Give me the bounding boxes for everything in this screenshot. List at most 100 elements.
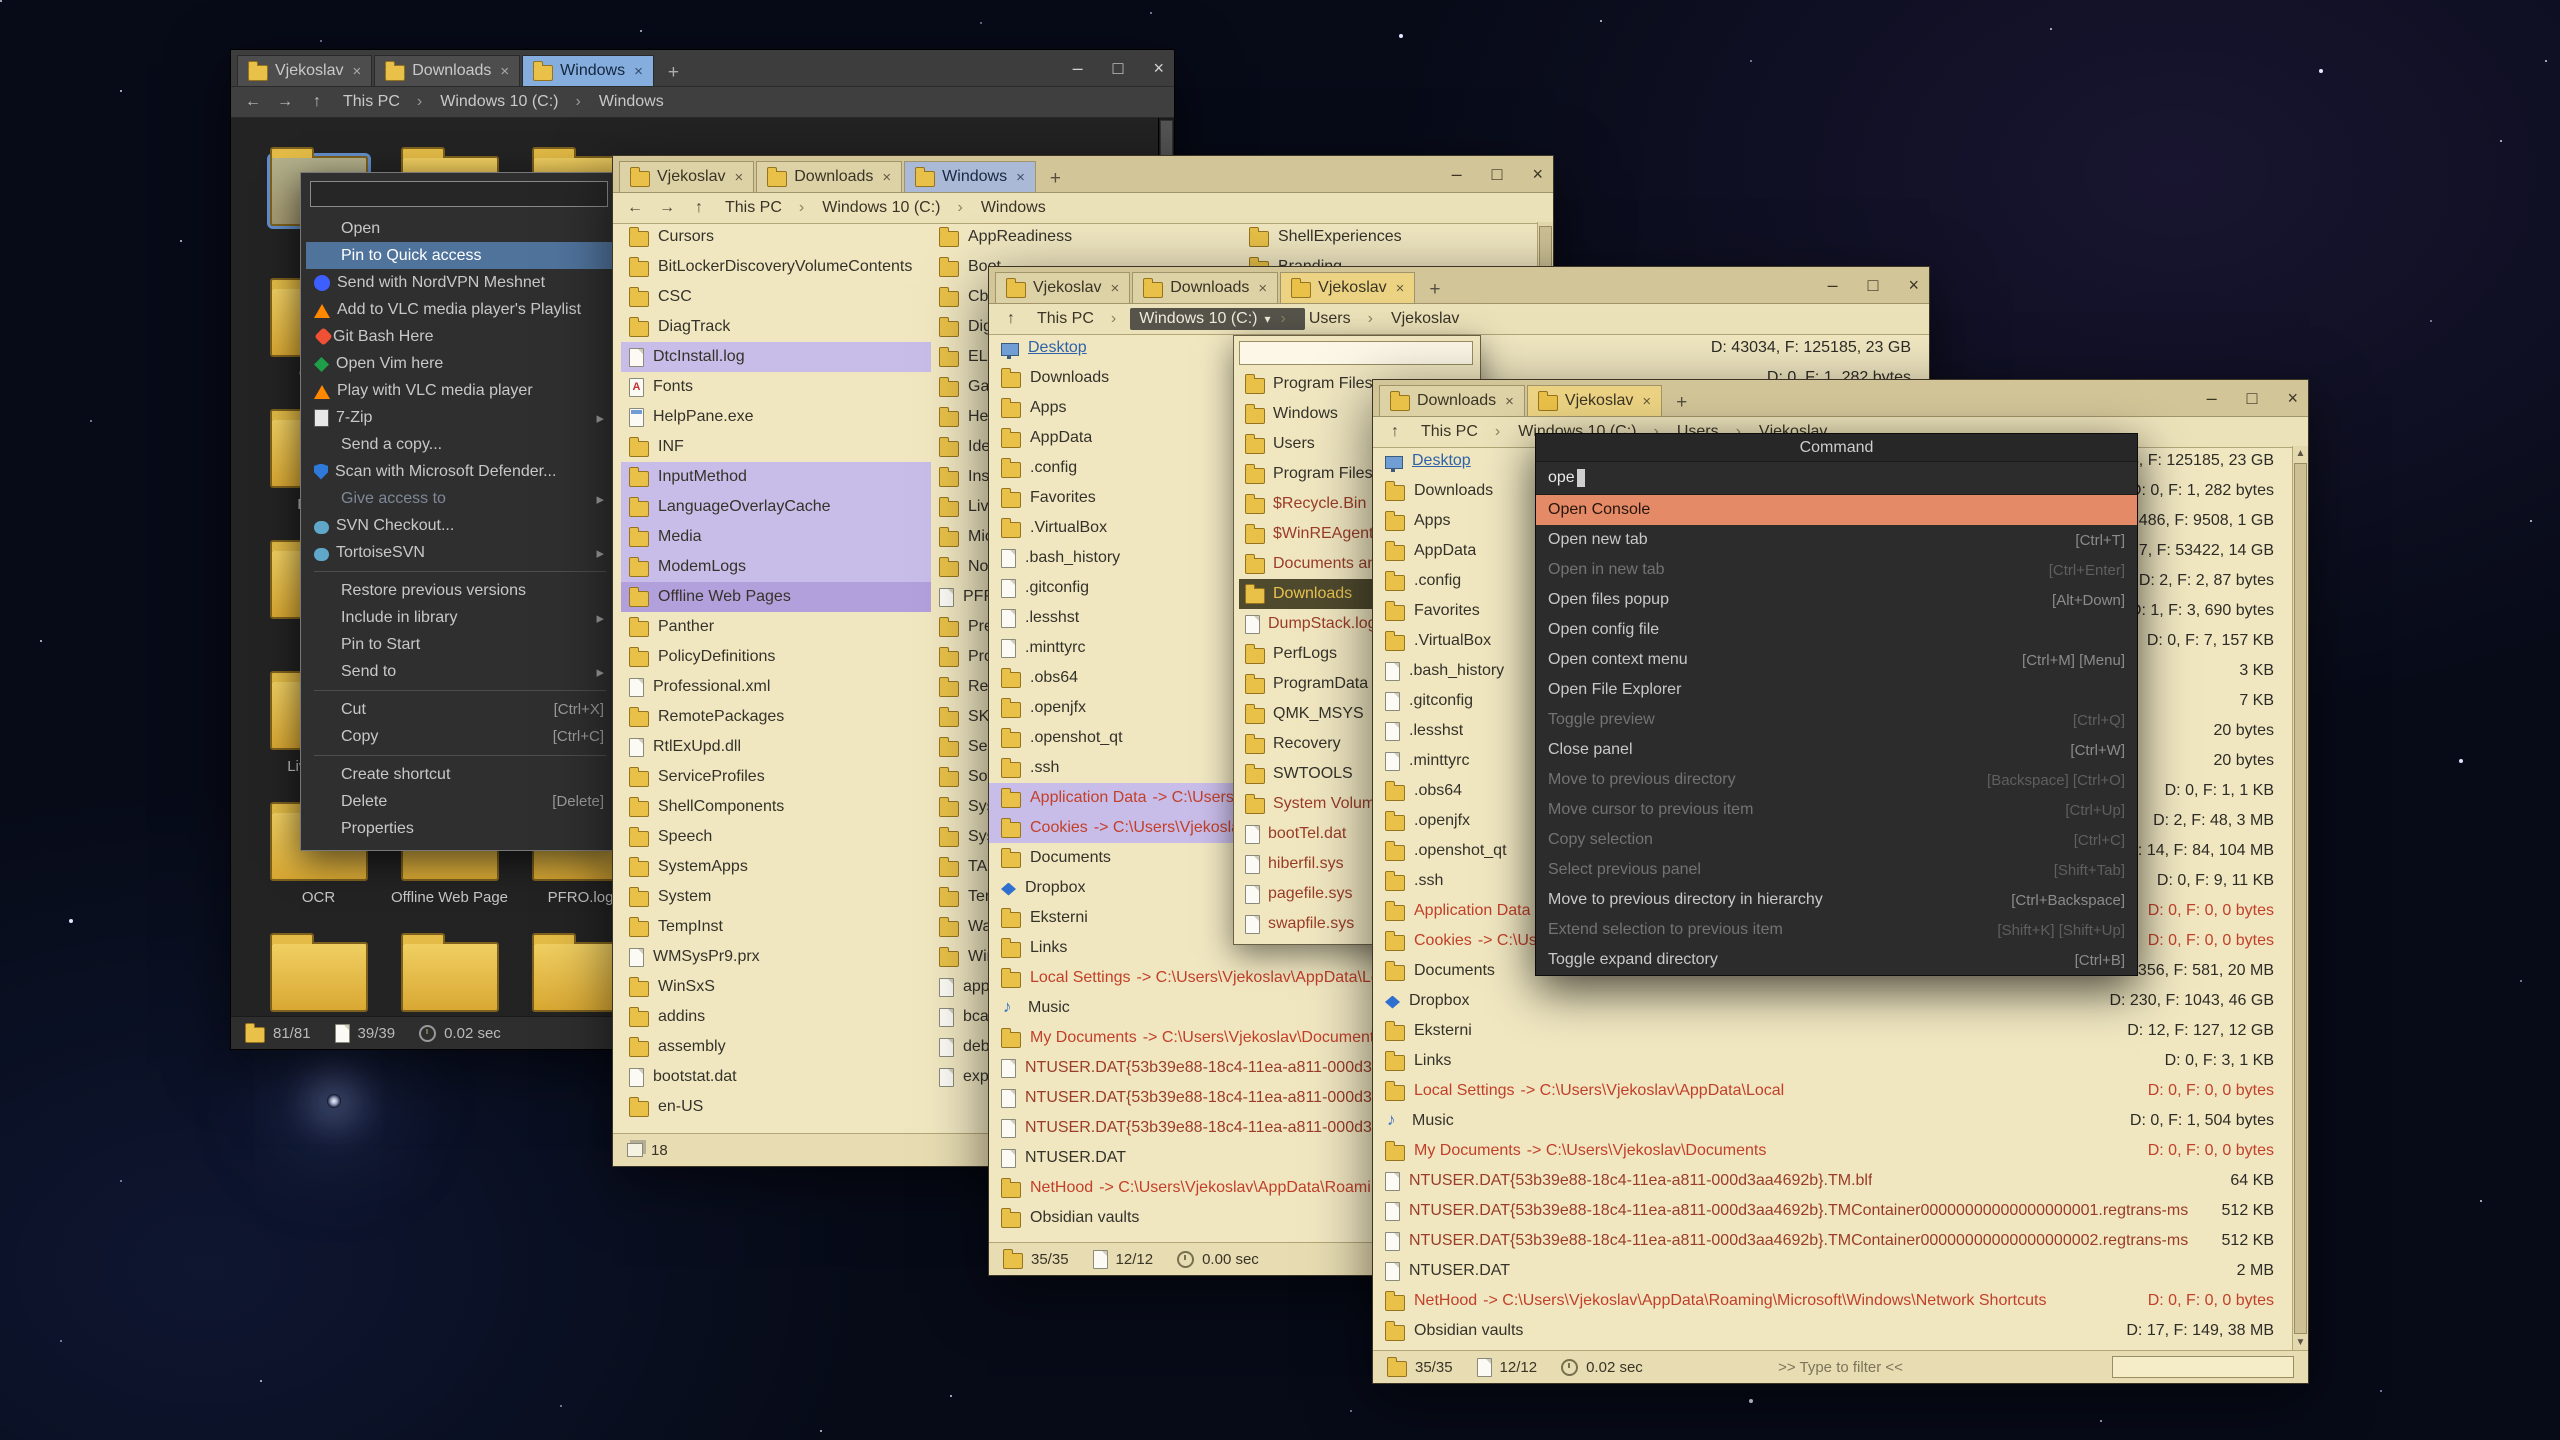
scrollbar[interactable]: ▲ ▼ [2292,446,2308,1351]
tab[interactable]: Windows × [522,55,654,86]
close-button[interactable]: × [1908,275,1919,296]
list-item[interactable]: HelpPane.exe [621,402,931,432]
menu-item[interactable]: Git Bash Here [306,323,614,350]
list-item[interactable]: INF [621,432,931,462]
list-item[interactable]: Media [621,522,931,552]
list-item[interactable]: My Documents -> C:\Users\Vjekoslav\Docum… [1373,1136,2292,1166]
up-button[interactable]: ↑ [307,93,327,111]
palette-item[interactable]: Close panel [Ctrl+W] [1536,735,2137,765]
menu-item[interactable] [306,750,614,761]
list-item[interactable]: DtcInstall.log [621,342,931,372]
breadcrumb-item[interactable]: This PC [1033,308,1130,330]
context-menu-filter-input[interactable] [310,181,608,207]
tab[interactable]: Vjekoslav × [1280,272,1415,303]
menu-item[interactable]: Properties [306,815,614,842]
forward-button[interactable]: → [657,199,677,217]
palette-item[interactable]: Copy selection [Ctrl+C] [1536,825,2137,855]
list-item[interactable]: NTUSER.DAT 2 MB [1373,1256,2292,1286]
list-item[interactable]: Music D: 0, F: 1, 504 bytes [1373,1106,2292,1136]
list-item[interactable]: ServiceProfiles [621,762,931,792]
menu-item[interactable]: Add to VLC media player's Playlist [306,296,614,323]
close-icon[interactable]: × [500,63,509,80]
up-button[interactable]: ↑ [689,199,709,217]
breadcrumb-item[interactable]: Windows 10 (C:) [436,91,595,113]
menu-item[interactable]: Delete [Delete] [306,788,614,815]
menu-item[interactable]: Include in library ▸ [306,604,614,631]
list-item[interactable]: BitLockerDiscoveryVolumeContents [621,252,931,282]
close-button[interactable]: × [2287,388,2298,409]
list-item[interactable]: AppReadiness [931,222,1241,252]
list-item[interactable]: en-US [621,1092,931,1122]
scroll-down-button[interactable]: ▼ [2293,1335,2308,1351]
minimize-button[interactable]: – [1452,164,1462,185]
menu-item[interactable]: 7-Zip ▸ [306,404,614,431]
palette-item[interactable]: Open files popup [Alt+Down] [1536,585,2137,615]
list-item[interactable]: Links D: 0, F: 3, 1 KB [1373,1046,2292,1076]
list-item[interactable]: WinSxS [621,972,931,1002]
list-item[interactable]: assembly [621,1032,931,1062]
list-item[interactable]: System [621,882,931,912]
new-tab-button[interactable]: + [662,63,685,82]
palette-item[interactable]: Select previous panel [Shift+Tab] [1536,855,2137,885]
scrollbar-thumb[interactable] [2294,463,2307,1334]
menu-item[interactable]: Cut [Ctrl+X] [306,696,614,723]
maximize-button[interactable]: □ [1113,58,1124,79]
close-icon[interactable]: × [882,169,891,186]
palette-item[interactable]: Move cursor to previous item [Ctrl+Up] [1536,795,2137,825]
list-item[interactable]: NetHood -> C:\Users\Vjekoslav\AppData\Ro… [1373,1286,2292,1316]
list-item[interactable]: ShellComponents [621,792,931,822]
list-item[interactable]: DiagTrack [621,312,931,342]
list-item[interactable]: Eksterni D: 12, F: 127, 12 GB [1373,1016,2292,1046]
list-item[interactable]: bootstat.dat [621,1062,931,1092]
list-item[interactable]: CSC [621,282,931,312]
breadcrumb-item[interactable]: This PC [1417,421,1514,443]
tab[interactable]: Downloads × [1132,272,1278,303]
breadcrumb-item[interactable]: This PC [721,197,818,219]
list-item[interactable]: Offline Web Pages [621,582,931,612]
minimize-button[interactable]: – [2207,388,2217,409]
tab[interactable]: Windows × [904,161,1036,192]
tab[interactable]: Vjekoslav × [995,272,1130,303]
maximize-button[interactable]: □ [1492,164,1503,185]
command-input[interactable]: ope [1536,462,2137,495]
close-icon[interactable]: × [734,169,743,186]
menu-item[interactable]: Scan with Microsoft Defender... [306,458,614,485]
minimize-button[interactable]: – [1828,275,1838,296]
new-tab-button[interactable]: + [1423,280,1446,299]
scroll-up-button[interactable]: ▲ [2293,446,2308,462]
close-icon[interactable]: × [1110,280,1119,297]
list-item[interactable]: Obsidian vaults D: 17, F: 149, 38 MB [1373,1316,2292,1346]
palette-item[interactable]: Move to previous directory [Backspace] [… [1536,765,2137,795]
palette-item[interactable]: Open File Explorer [1536,675,2137,705]
menu-item[interactable]: Open Vim here [306,350,614,377]
menu-item[interactable]: Pin to Start [306,631,614,658]
up-button[interactable]: ↑ [1001,310,1021,328]
close-button[interactable]: × [1153,58,1164,79]
list-item[interactable]: Professional.xml [621,672,931,702]
list-item[interactable]: Panther [621,612,931,642]
tab-bar[interactable]: Vjekoslav × Downloads × Windows × + – □ … [231,50,1174,87]
palette-item[interactable]: Extend selection to previous item [Shift… [1536,915,2137,945]
new-tab-button[interactable]: + [1044,169,1067,188]
forward-button[interactable]: → [275,93,295,111]
menu-item[interactable]: Pin to Quick access [306,242,614,269]
back-button[interactable]: ← [625,199,645,217]
list-item[interactable]: addins [621,1002,931,1032]
list-item[interactable]: ShellExperiences [1241,222,1539,252]
maximize-button[interactable]: □ [1868,275,1879,296]
grid-item[interactable] [384,934,515,1017]
close-icon[interactable]: × [1642,393,1651,410]
tab[interactable]: Downloads × [756,161,902,192]
close-icon[interactable]: × [634,63,643,80]
breadcrumb-item[interactable]: This PC [339,91,436,113]
dropdown-filter-input[interactable] [1239,341,1473,365]
list-item[interactable]: RtlExUpd.dll [621,732,931,762]
list-item[interactable]: SystemApps [621,852,931,882]
menu-item[interactable]: Give access to ▸ [306,485,614,512]
palette-item[interactable]: Toggle preview [Ctrl+Q] [1536,705,2137,735]
close-icon[interactable]: × [352,63,361,80]
tab[interactable]: Vjekoslav × [237,55,372,86]
back-button[interactable]: ← [243,93,263,111]
palette-item[interactable]: Open new tab [Ctrl+T] [1536,525,2137,555]
breadcrumb-item[interactable]: Windows 10 (C:) [818,197,977,219]
